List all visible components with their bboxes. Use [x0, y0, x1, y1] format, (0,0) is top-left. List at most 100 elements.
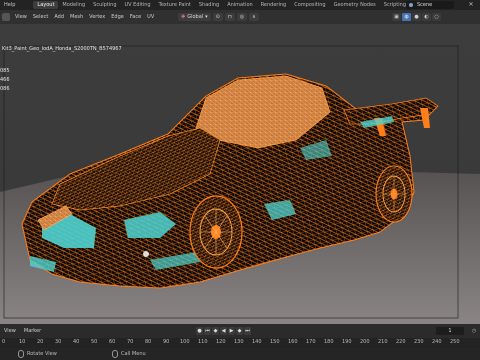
pivot-icon: ⊙: [215, 14, 220, 20]
face-menu[interactable]: Face: [127, 14, 144, 20]
axis-icon: ✥: [181, 14, 186, 20]
transform-cluster: ✥ Global ▾ ⊙ ⊓ ◎ ∧: [178, 13, 261, 21]
ruler-tick: 200: [360, 339, 370, 345]
jump-prev-key-icon[interactable]: ◆: [212, 327, 219, 335]
ruler-tick: 190: [342, 339, 352, 345]
workspace-tabs: Layout Modeling Sculpting UV Editing Tex…: [33, 1, 410, 9]
jump-next-key-icon[interactable]: ◆: [236, 327, 243, 335]
stat-line-2: 466: [0, 77, 10, 83]
solid-shading-icon[interactable]: ●: [412, 13, 421, 21]
proportional-edit-toggle[interactable]: ◎: [236, 13, 248, 21]
tab-rendering[interactable]: Rendering: [257, 1, 291, 9]
ruler-tick: 220: [396, 339, 406, 345]
ruler-tick: 180: [324, 339, 334, 345]
front-wheel: [189, 195, 243, 269]
ruler-tick: 100: [180, 339, 190, 345]
view-menu[interactable]: View: [12, 14, 30, 20]
ruler-tick: 210: [378, 339, 388, 345]
ruler-tick: 110: [198, 339, 208, 345]
ruler-tick: 30: [55, 339, 62, 345]
snap-toggle[interactable]: ⊓: [224, 13, 235, 21]
tab-uv-editing[interactable]: UV Editing: [121, 1, 155, 9]
timeline-ruler[interactable]: 0 10 20 30 40 50 60 70 80 90 100 110 120…: [0, 338, 480, 348]
material-shading-icon[interactable]: ◐: [422, 13, 431, 21]
clock-icon[interactable]: ◷: [470, 327, 478, 335]
status-bar: Rotate View Call Menu: [0, 348, 480, 360]
tab-geometry-nodes[interactable]: Geometry Nodes: [330, 1, 380, 9]
pivot-point-dropdown[interactable]: ⊙: [212, 13, 223, 21]
timeline-marker-menu[interactable]: Marker: [20, 328, 45, 334]
select-menu[interactable]: Select: [30, 14, 51, 20]
add-menu[interactable]: Add: [51, 14, 67, 20]
falloff-icon: ∧: [252, 14, 256, 20]
transform-orientation-dropdown[interactable]: ✥ Global ▾: [178, 13, 211, 21]
stat-line-3: 086: [0, 86, 10, 92]
stat-line-1: 085: [0, 68, 10, 74]
current-frame-field[interactable]: 1: [436, 327, 464, 335]
ruler-tick: 250: [450, 339, 460, 345]
scene-selector[interactable]: Scene: [406, 1, 454, 9]
ruler-tick: 230: [414, 339, 424, 345]
ruler-tick: 0: [2, 339, 6, 345]
rendered-shading-icon[interactable]: ○: [432, 13, 441, 21]
ruler-tick: 70: [127, 339, 134, 345]
viewport-header: View Select Add Mesh Vertex Edge Face UV…: [0, 10, 480, 24]
scene-label: Scene: [417, 2, 433, 8]
play-icon[interactable]: ▶: [228, 327, 235, 335]
mouse-middle-icon: [18, 350, 24, 358]
record-icon[interactable]: ●: [196, 327, 203, 335]
tab-compositing[interactable]: Compositing: [290, 1, 329, 9]
uv-menu[interactable]: UV: [144, 14, 157, 20]
playback-controls: ● ⏮ ◆ ◀ ▶ ◆ ⏭: [196, 327, 252, 335]
ruler-tick: 10: [19, 339, 26, 345]
ruler-tick: 240: [432, 339, 442, 345]
scene-icon: [409, 3, 413, 7]
ruler-tick: 130: [234, 339, 244, 345]
ruler-tick: 170: [306, 339, 316, 345]
play-reverse-icon[interactable]: ◀: [220, 327, 227, 335]
close-icon[interactable]: ✕: [466, 1, 476, 9]
vertex-menu[interactable]: Vertex: [86, 14, 108, 20]
ruler-tick: 80: [145, 339, 152, 345]
3d-viewport[interactable]: Kit3_Paint_Geo_lodA_Honda_S2000TN_B57496…: [0, 24, 480, 324]
ruler-tick: 160: [288, 339, 298, 345]
timeline-view-menu[interactable]: View: [0, 328, 20, 334]
ruler-tick: 20: [37, 339, 44, 345]
shading-cluster: ▣ ◍ ● ◐ ○: [392, 13, 442, 21]
ruler-tick: 50: [91, 339, 98, 345]
rear-wheel: [375, 165, 413, 223]
tab-shading[interactable]: Shading: [195, 1, 223, 9]
proportional-icon: ◎: [239, 14, 245, 20]
jump-end-icon[interactable]: ⏭: [244, 327, 251, 335]
mesh-menu[interactable]: Mesh: [67, 14, 86, 20]
jump-start-icon[interactable]: ⏮: [204, 327, 211, 335]
tab-modeling[interactable]: Modeling: [58, 1, 89, 9]
tab-layout[interactable]: Layout: [33, 1, 59, 9]
proportional-falloff-dropdown[interactable]: ∧: [249, 13, 259, 21]
ruler-tick: 60: [109, 339, 116, 345]
editor-type-icon[interactable]: [2, 13, 10, 21]
fog-light: [143, 251, 149, 257]
status-rotate-view: Rotate View: [27, 351, 57, 357]
chevron-down-icon: ▾: [205, 14, 208, 20]
timeline-header: View Marker ● ⏮ ◆ ◀ ▶ ◆ ⏭ 1 ◷: [0, 324, 480, 338]
snap-icon: ⊓: [227, 14, 232, 20]
status-call-menu: Call Menu: [121, 351, 146, 357]
tab-animation[interactable]: Animation: [223, 1, 257, 9]
top-bar: Help Layout Modeling Sculpting UV Editin…: [0, 0, 480, 10]
tab-sculpting[interactable]: Sculpting: [89, 1, 120, 9]
object-name-label: Kit3_Paint_Geo_lodA_Honda_S2000TN_B57496…: [2, 46, 122, 52]
car-mesh[interactable]: [0, 24, 480, 324]
xray-icon[interactable]: ▣: [392, 13, 401, 21]
ruler-tick: 150: [270, 339, 280, 345]
help-menu[interactable]: Help: [0, 2, 19, 8]
ruler-tick: 90: [163, 339, 170, 345]
ruler-tick: 140: [252, 339, 262, 345]
ruler-tick: 40: [73, 339, 80, 345]
wireframe-shading-icon[interactable]: ◍: [402, 13, 411, 21]
tab-texture-paint[interactable]: Texture Paint: [155, 1, 195, 9]
edge-menu[interactable]: Edge: [108, 14, 127, 20]
ruler-tick: 120: [216, 339, 226, 345]
mouse-right-icon: [112, 350, 118, 358]
transform-orientation-label: Global: [187, 14, 204, 20]
